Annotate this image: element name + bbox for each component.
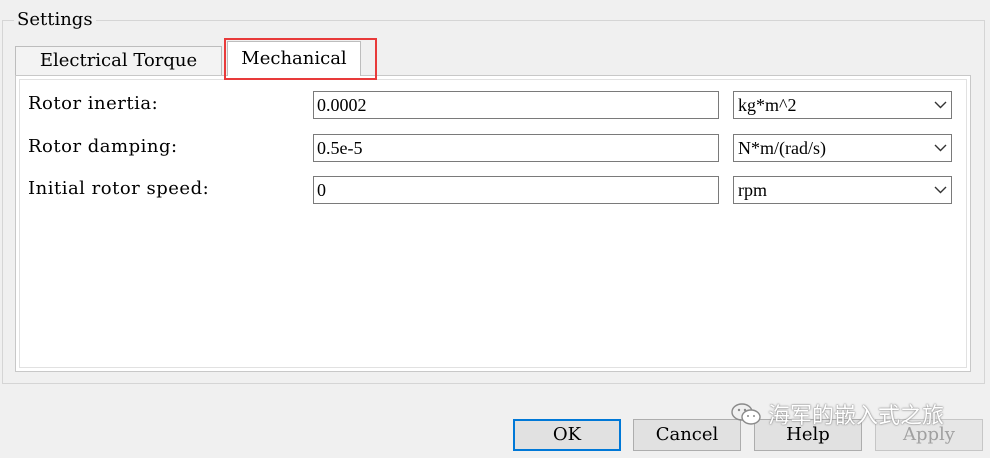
initial-rotor-speed-unit-value: rpm (738, 180, 767, 200)
rotor-inertia-input[interactable]: 0.0002 (313, 91, 719, 119)
initial-rotor-speed-unit-select[interactable]: rpm (733, 176, 952, 204)
initial-rotor-speed-input[interactable]: 0 (313, 176, 719, 204)
rotor-damping-label: Rotor damping: (28, 136, 178, 157)
wechat-icon (731, 403, 761, 425)
chevron-down-icon (934, 101, 947, 109)
initial-rotor-speed-label: Initial rotor speed: (28, 178, 210, 199)
tab-mechanical[interactable]: Mechanical (227, 41, 361, 76)
ok-button[interactable]: OK (513, 419, 621, 451)
watermark: 海军的嵌入式之旅 (730, 400, 945, 429)
watermark-text: 海军的嵌入式之旅 (768, 404, 945, 429)
mechanical-panel (15, 75, 971, 372)
rotor-damping-input[interactable]: 0.5e-5 (313, 134, 719, 162)
chevron-down-icon (934, 144, 947, 152)
tab-electrical-torque[interactable]: Electrical Torque (15, 46, 222, 75)
rotor-damping-unit-select[interactable]: N*m/(rad/s) (733, 134, 952, 162)
panel-inner-border (19, 79, 967, 368)
settings-group-title: Settings (14, 10, 96, 30)
rotor-damping-unit-value: N*m/(rad/s) (738, 138, 826, 158)
chevron-down-icon (934, 186, 947, 194)
rotor-inertia-unit-value: kg*m^2 (738, 95, 797, 115)
rotor-inertia-label: Rotor inertia: (28, 93, 159, 114)
cancel-button[interactable]: Cancel (633, 419, 741, 451)
rotor-inertia-unit-select[interactable]: kg*m^2 (733, 91, 952, 119)
